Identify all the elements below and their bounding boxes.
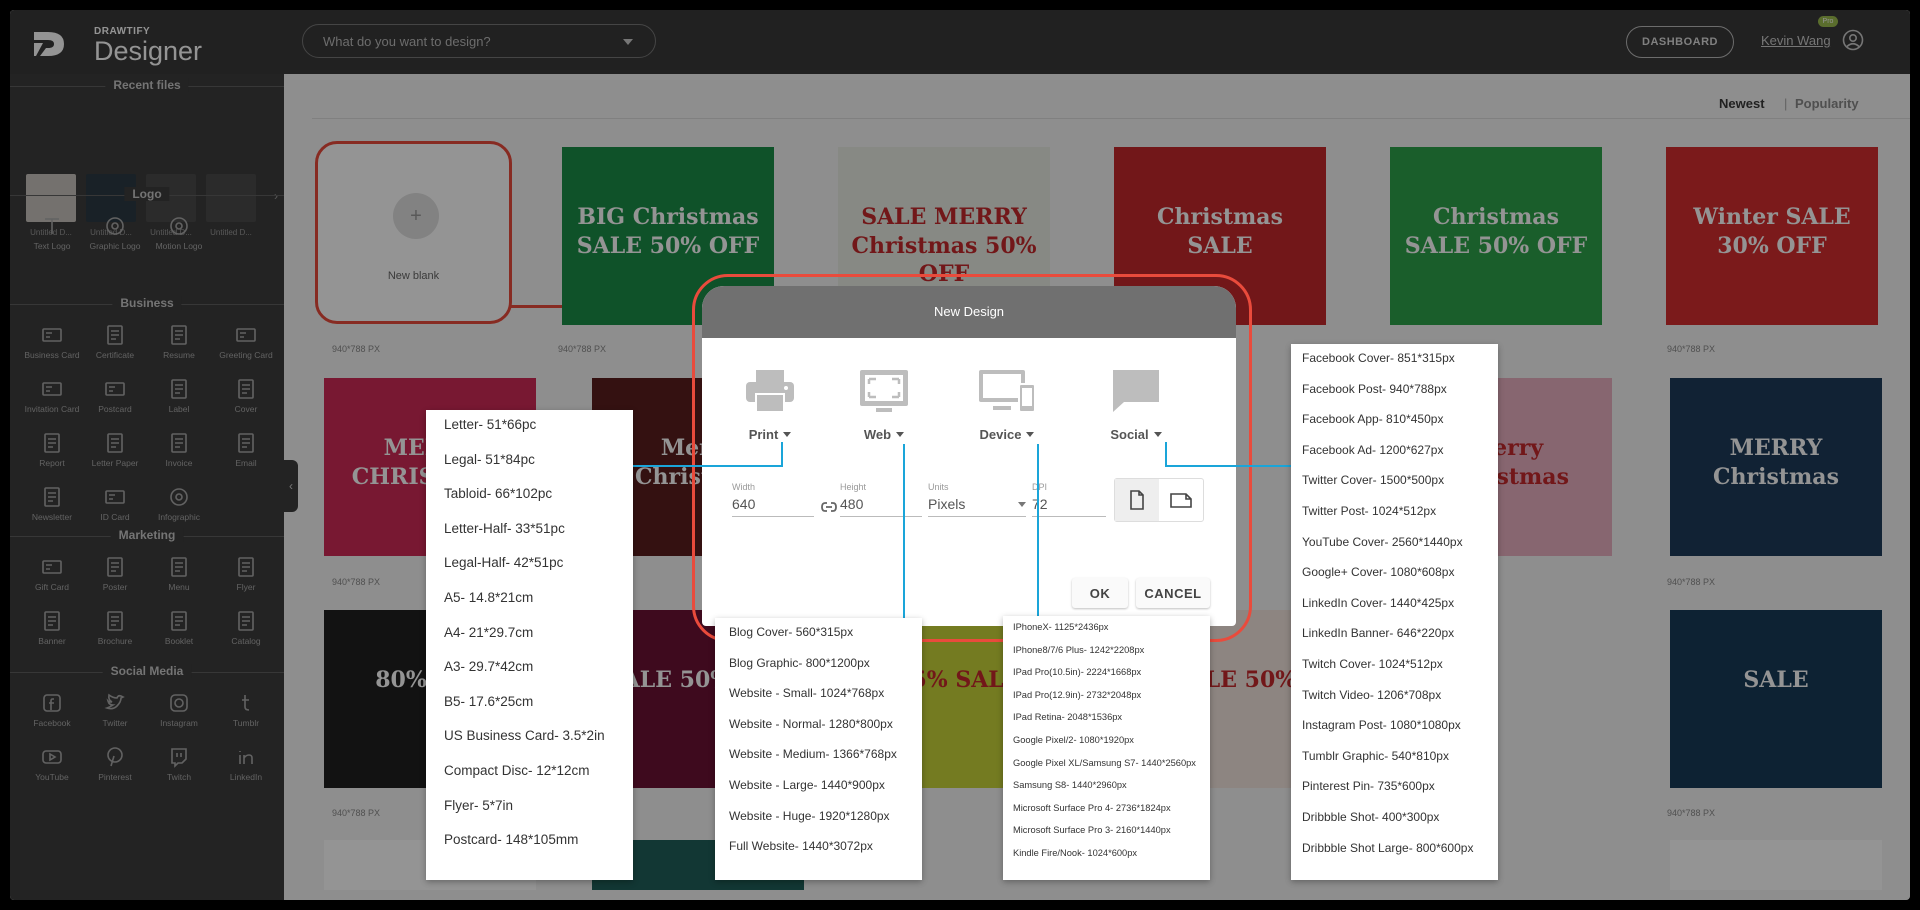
print-dropdown[interactable]: Print xyxy=(722,427,818,442)
size-option[interactable]: US Business Card- 3.5*2in xyxy=(444,728,605,743)
link-icon[interactable] xyxy=(820,500,838,514)
size-option[interactable]: Twitch Cover- 1024*512px xyxy=(1302,657,1443,671)
category-social[interactable]: Social xyxy=(1088,368,1184,442)
portrait-button[interactable] xyxy=(1115,479,1159,521)
size-option[interactable]: Google Pixel XL/Samsung S7- 1440*2560px xyxy=(1013,758,1196,768)
size-option[interactable]: Facebook Ad- 1200*627px xyxy=(1302,443,1443,457)
size-option[interactable]: Compact Disc- 12*12cm xyxy=(444,763,590,778)
size-option[interactable]: B5- 17.6*25cm xyxy=(444,694,533,709)
size-option[interactable]: Twitter Cover- 1500*500px xyxy=(1302,473,1444,487)
social-size-list: Facebook Cover- 851*315px Facebook Post- … xyxy=(1291,344,1498,880)
dialog-title: New Design xyxy=(702,286,1236,338)
size-option[interactable]: IPhone8/7/6 Plus- 1242*2208px xyxy=(1013,645,1144,655)
dpi-field[interactable]: DPI 72 xyxy=(1032,482,1106,517)
units-value[interactable]: Pixels xyxy=(928,496,1026,517)
width-field[interactable]: Width 640 xyxy=(732,482,814,517)
device-dropdown[interactable]: Device xyxy=(959,427,1055,442)
category-web[interactable]: Web xyxy=(836,368,932,442)
web-size-list: Blog Cover- 560*315px Blog Graphic- 800*1… xyxy=(715,618,922,880)
size-option[interactable]: Flyer- 5*7in xyxy=(444,798,513,813)
height-input[interactable]: 480 xyxy=(840,496,922,517)
landscape-page-icon xyxy=(1170,493,1192,508)
size-option[interactable]: IPad Pro(10.5in)- 2224*1668px xyxy=(1013,667,1141,677)
size-option[interactable]: Legal-Half- 42*51pc xyxy=(444,555,563,570)
printer-icon xyxy=(746,370,794,413)
size-option[interactable]: Google+ Cover- 1080*608px xyxy=(1302,565,1454,579)
size-option[interactable]: Dribbble Shot Large- 800*600px xyxy=(1302,841,1473,855)
width-input[interactable]: 640 xyxy=(732,496,814,517)
size-option[interactable]: Instagram Post- 1080*1080px xyxy=(1302,718,1461,732)
device-size-list: IPhoneX- 1125*2436px IPhone8/7/6 Plus- 12… xyxy=(1003,616,1210,880)
category-print[interactable]: Print xyxy=(722,368,818,442)
size-option[interactable]: Website - Huge- 1920*1280px xyxy=(729,809,890,823)
chat-bubble-icon xyxy=(1113,370,1159,412)
portrait-page-icon xyxy=(1130,490,1144,510)
web-connector xyxy=(903,444,905,628)
web-dropdown[interactable]: Web xyxy=(836,427,932,442)
size-option[interactable]: A5- 14.8*21cm xyxy=(444,590,533,605)
size-option[interactable]: LinkedIn Cover- 1440*425px xyxy=(1302,596,1454,610)
device-connector xyxy=(1037,444,1039,628)
size-option[interactable]: Twitter Post- 1024*512px xyxy=(1302,504,1436,518)
size-option[interactable]: Microsoft Surface Pro 4- 2736*1824px xyxy=(1013,803,1171,813)
size-option[interactable]: Facebook Post- 940*788px xyxy=(1302,382,1447,396)
orientation-toggle xyxy=(1114,478,1204,522)
size-option[interactable]: A3- 29.7*42cm xyxy=(444,659,533,674)
print-size-list: Letter- 51*66pc Legal- 51*84pc Tabloid- 66… xyxy=(426,410,633,880)
size-option[interactable]: Website - Normal- 1280*800px xyxy=(729,717,893,731)
size-option[interactable]: LinkedIn Banner- 646*220px xyxy=(1302,626,1454,640)
size-option[interactable]: Legal- 51*84pc xyxy=(444,452,535,467)
size-option[interactable]: Blog Cover- 560*315px xyxy=(729,625,853,639)
units-select[interactable]: Units Pixels xyxy=(928,482,1026,517)
size-option[interactable]: Full Website- 1440*3072px xyxy=(729,839,873,853)
size-option[interactable]: IPad Retina- 2048*1536px xyxy=(1013,712,1122,722)
size-option[interactable]: Twitch Video- 1206*708px xyxy=(1302,688,1441,702)
ok-button[interactable]: OK xyxy=(1072,578,1128,608)
size-option[interactable]: Website - Small- 1024*768px xyxy=(729,686,884,700)
size-option[interactable]: IPhoneX- 1125*2436px xyxy=(1013,622,1108,632)
landscape-button[interactable] xyxy=(1159,479,1203,521)
app-window: DRAWTIFY Designer DASHBOARD Kevin Wang P… xyxy=(10,10,1910,900)
size-option[interactable]: Microsoft Surface Pro 3- 2160*1440px xyxy=(1013,825,1171,835)
social-connector-v xyxy=(1165,442,1167,466)
size-option[interactable]: Tumblr Graphic- 540*810px xyxy=(1302,749,1449,763)
size-option[interactable]: Website - Medium- 1366*768px xyxy=(729,747,897,761)
size-option[interactable]: A4- 21*29.7cm xyxy=(444,625,533,640)
size-option[interactable]: Pinterest Pin- 735*600px xyxy=(1302,779,1435,793)
devices-icon xyxy=(979,370,1036,413)
cancel-button[interactable]: CANCEL xyxy=(1136,578,1210,608)
size-option[interactable]: Website - Large- 1440*900px xyxy=(729,778,885,792)
size-option[interactable]: Postcard- 148*105mm xyxy=(444,832,578,847)
category-device[interactable]: Device xyxy=(959,368,1055,442)
size-option[interactable]: YouTube Cover- 2560*1440px xyxy=(1302,535,1463,549)
dpi-input[interactable]: 72 xyxy=(1032,496,1106,517)
print-connector-v xyxy=(781,442,783,467)
size-option[interactable]: Letter- 51*66pc xyxy=(444,417,536,432)
height-field[interactable]: Height 480 xyxy=(840,482,922,517)
size-option[interactable]: Facebook App- 810*450px xyxy=(1302,412,1443,426)
size-option[interactable]: Letter-Half- 33*51pc xyxy=(444,521,565,536)
chevron-down-icon xyxy=(1018,502,1026,507)
social-dropdown[interactable]: Social xyxy=(1088,427,1184,442)
size-option[interactable]: Tabloid- 66*102pc xyxy=(444,486,552,501)
size-option[interactable]: Google Pixel/2- 1080*1920px xyxy=(1013,735,1134,745)
size-option[interactable]: Samsung S8- 1440*2960px xyxy=(1013,780,1127,790)
print-connector xyxy=(622,465,782,467)
size-option[interactable]: Blog Graphic- 800*1200px xyxy=(729,656,870,670)
size-option[interactable]: Dribbble Shot- 400*300px xyxy=(1302,810,1439,824)
size-option[interactable]: IPad Pro(12.9in)- 2732*2048px xyxy=(1013,690,1141,700)
size-option[interactable]: Kindle Fire/Nook- 1024*600px xyxy=(1013,848,1137,858)
web-browser-icon xyxy=(860,370,908,412)
size-option[interactable]: Facebook Cover- 851*315px xyxy=(1302,351,1455,365)
